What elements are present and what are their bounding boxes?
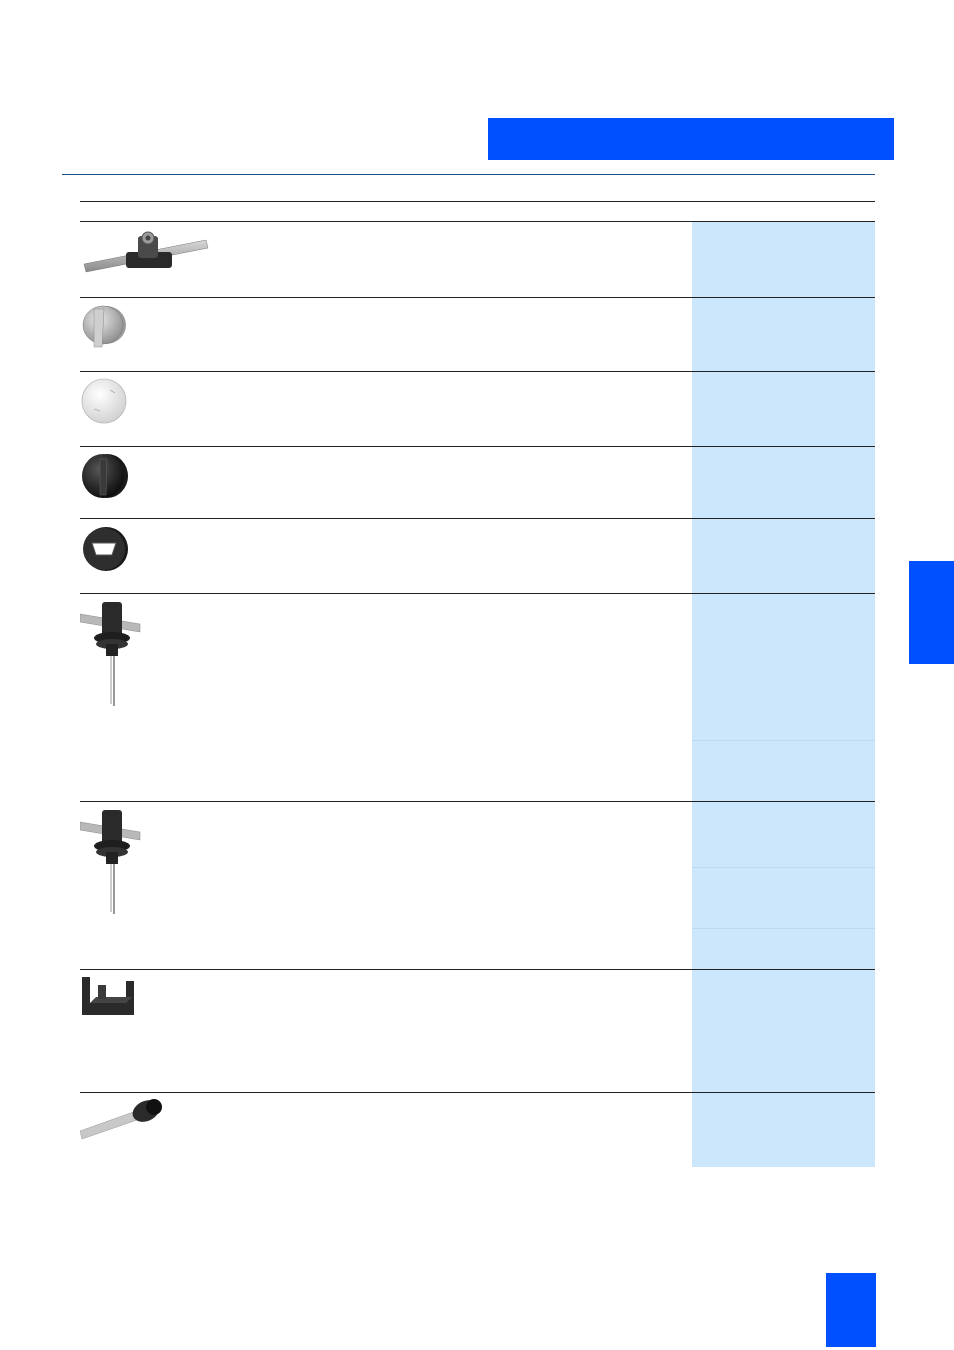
table-rule (80, 969, 875, 970)
column-cell-4 (692, 447, 875, 518)
column-cell-5 (692, 519, 875, 593)
black-ring-photo (83, 527, 128, 571)
page-number-box (826, 1273, 876, 1347)
white-cap-photo (81, 378, 127, 424)
table-rule (80, 371, 875, 372)
header-rule (62, 174, 875, 175)
black-knob-photo (82, 454, 128, 498)
table-rule (80, 297, 875, 298)
column-cell-6 (692, 594, 875, 801)
section-side-tab[interactable] (909, 561, 954, 664)
column-cell-3 (692, 372, 875, 446)
bracket-clip-photo (82, 977, 134, 1015)
table-rule (80, 518, 875, 519)
header-bar (488, 118, 894, 160)
table-rule (80, 201, 875, 202)
column-cell-7 (692, 802, 875, 969)
column-cell-8 (692, 970, 875, 1092)
connector-clamp-on-cable-photo (83, 231, 209, 273)
column-subdivider (692, 928, 875, 929)
table-rule (80, 446, 875, 447)
table-rule (80, 1092, 875, 1093)
column-subdivider (692, 867, 875, 868)
clamp-with-cable-photo (80, 810, 141, 914)
clamp-with-cable-photo (80, 602, 141, 706)
column-cell-9 (692, 1093, 875, 1167)
table-rule (80, 593, 875, 594)
column-subdivider (692, 740, 875, 741)
table-rule (80, 221, 875, 222)
table-rule (80, 801, 875, 802)
cable-end-plug-photo (80, 1099, 162, 1140)
column-cell-1 (692, 222, 875, 297)
grey-knob-photo (82, 305, 126, 348)
column-cell-2 (692, 298, 875, 371)
